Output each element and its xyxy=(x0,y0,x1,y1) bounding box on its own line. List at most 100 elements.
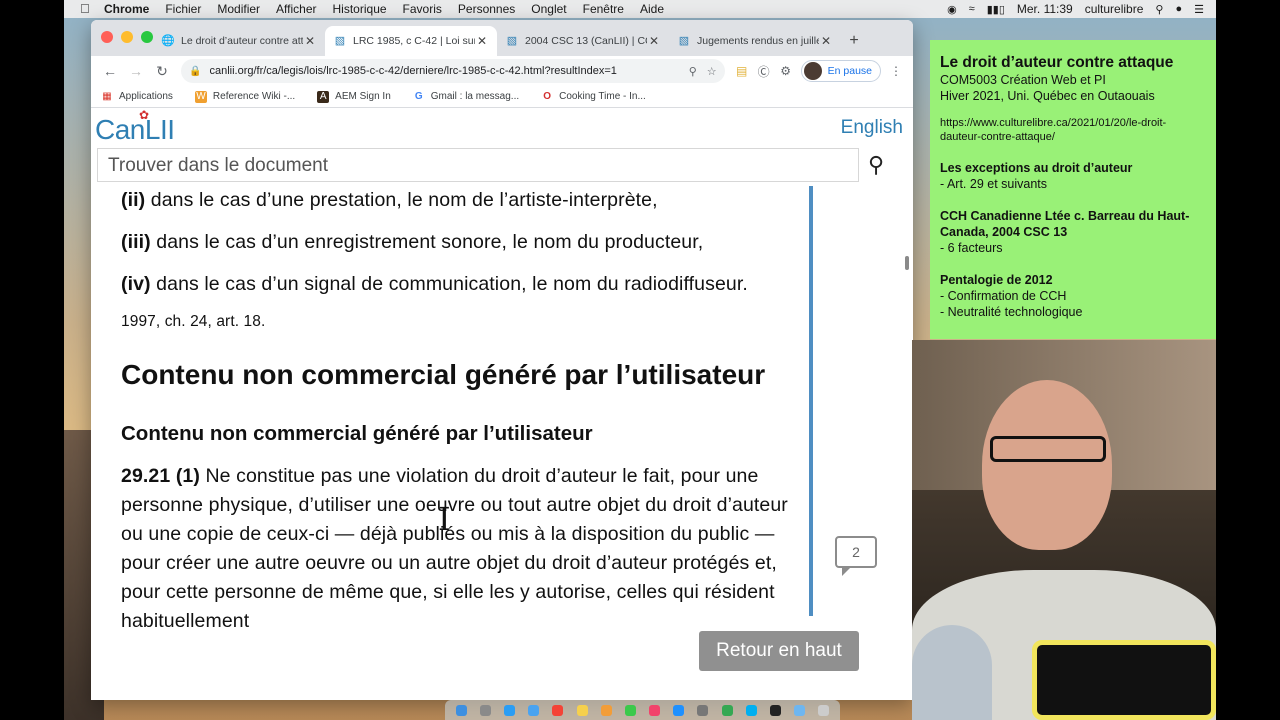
apple-menu-icon[interactable]:  xyxy=(80,2,94,16)
back-arrow-icon[interactable]: ← xyxy=(97,58,123,84)
bookmark-reference-wiki[interactable]: W Reference Wiki -... xyxy=(194,90,295,103)
menu-onglet[interactable]: Onglet xyxy=(531,2,566,16)
bookmark-star-icon[interactable]: ☆ xyxy=(707,65,717,78)
comment-count-badge[interactable]: 2 xyxy=(835,536,877,576)
statute-text: (ii) dans le cas d’une prestation, le no… xyxy=(121,186,801,636)
close-window-button[interactable] xyxy=(101,31,113,43)
tab-1[interactable]: 🌐 Le droit d’auteur contre att ✕ xyxy=(153,26,325,56)
kebab-menu-icon[interactable]: ⋮ xyxy=(885,60,907,82)
tab-3[interactable]: ▧ 2004 CSC 13 (CanLII) | CC ✕ xyxy=(497,26,669,56)
forward-arrow-icon[interactable]: → xyxy=(123,58,149,84)
close-tab-icon[interactable]: ✕ xyxy=(303,34,317,48)
notification-center-icon[interactable]: ☰ xyxy=(1194,3,1204,16)
bookmark-label: Cooking Time - In... xyxy=(559,91,646,102)
note-item: - Confirmation de CCH xyxy=(940,289,1067,303)
siri-icon[interactable]: ● xyxy=(1175,3,1182,15)
bookmark-applications[interactable]: ▦ Applications xyxy=(101,91,173,103)
skype-icon[interactable] xyxy=(745,704,757,716)
menu-historique[interactable]: Historique xyxy=(333,2,387,16)
user-name[interactable]: culturelibre xyxy=(1085,2,1144,16)
reload-icon[interactable]: ↻ xyxy=(149,58,175,84)
menu-personnes[interactable]: Personnes xyxy=(458,2,515,16)
photos-icon[interactable] xyxy=(600,704,612,716)
menu-modifier[interactable]: Modifier xyxy=(217,2,260,16)
webcam-presenter-glasses xyxy=(990,436,1106,462)
menu-fichier[interactable]: Fichier xyxy=(165,2,201,16)
back-to-top-button[interactable]: Retour en haut xyxy=(699,631,859,671)
trash-icon[interactable] xyxy=(818,704,830,716)
folder-icon[interactable] xyxy=(794,704,806,716)
letterbox-left xyxy=(0,0,64,720)
microphone-icon xyxy=(912,625,992,720)
aem-icon: A xyxy=(317,90,330,103)
calendar-icon[interactable] xyxy=(552,704,564,716)
note-item: - Neutralité technologique xyxy=(940,305,1083,319)
lecture-note: Le droit d’auteur contre attaque COM5003… xyxy=(930,40,1216,339)
canlii-icon: ▧ xyxy=(334,35,346,47)
opera-icon: O xyxy=(543,90,552,102)
messages-icon[interactable] xyxy=(624,704,636,716)
finder-icon[interactable] xyxy=(455,704,467,716)
section-indicator-line xyxy=(809,186,813,616)
paragraph-text: dans le cas d’un enregistrement sonore, … xyxy=(150,231,704,253)
bookmark-aem[interactable]: A AEM Sign In xyxy=(317,90,391,103)
menu-favoris[interactable]: Favoris xyxy=(403,2,442,16)
menu-afficher[interactable]: Afficher xyxy=(276,2,316,16)
menubar-status-area: ◉ ≈ ▮▮▯ Mer. 11:39 culturelibre ⚲ ● ☰ xyxy=(947,2,1216,16)
minimize-window-button[interactable] xyxy=(121,31,133,43)
clock[interactable]: Mer. 11:39 xyxy=(1017,2,1073,16)
english-link[interactable]: English xyxy=(841,117,903,139)
paragraph-number: (iv) xyxy=(121,273,151,295)
settings-icon[interactable] xyxy=(697,704,709,716)
app-store-icon[interactable] xyxy=(673,704,685,716)
address-bar[interactable]: 🔒 canlii.org/fr/ca/legis/lois/lrc-1985-c… xyxy=(181,59,725,83)
screen-record-icon[interactable]: ◉ xyxy=(947,3,957,16)
spotlight-search-icon[interactable]: ⚲ xyxy=(1155,3,1163,16)
window-controls xyxy=(101,31,153,43)
paragraph-text: dans le cas d’une prestation, le nom de … xyxy=(145,189,658,211)
menu-aide[interactable]: Aide xyxy=(640,2,664,16)
lock-icon[interactable]: 🔒 xyxy=(189,66,201,77)
music-icon[interactable] xyxy=(649,704,661,716)
menu-fenetre[interactable]: Fenêtre xyxy=(583,2,624,16)
bookmark-label: AEM Sign In xyxy=(335,91,391,102)
mail-icon[interactable] xyxy=(528,704,540,716)
tab-4[interactable]: ▧ Jugements rendus en juille ✕ xyxy=(669,26,841,56)
terminal-icon[interactable] xyxy=(770,704,782,716)
zoom-icon[interactable]: ⚲ xyxy=(689,65,697,78)
wiki-icon: W xyxy=(194,90,207,103)
extensions-puzzle-icon[interactable]: ⚙ xyxy=(775,60,797,82)
paragraph-iv: (iv) dans le cas d’un signal de communic… xyxy=(121,270,801,299)
close-tab-icon[interactable]: ✕ xyxy=(647,34,661,48)
new-tab-button[interactable]: + xyxy=(841,26,867,56)
find-in-document-input[interactable]: Trouver dans le document xyxy=(97,148,859,182)
url-text[interactable]: canlii.org/fr/ca/legis/lois/lrc-1985-c-c… xyxy=(209,65,678,77)
canlii-icon: ▧ xyxy=(678,35,690,47)
paragraph-iii: (iii) dans le cas d’un enregistrement so… xyxy=(121,228,801,257)
battery-icon[interactable]: ▮▮▯ xyxy=(987,3,1005,16)
canlii-logo[interactable]: CanLII ✿ xyxy=(95,108,175,146)
close-tab-icon[interactable]: ✕ xyxy=(819,34,833,48)
chrome-icon[interactable] xyxy=(721,704,733,716)
skype-extension-icon[interactable]: Ⓒ xyxy=(753,60,775,82)
launchpad-icon[interactable] xyxy=(479,704,491,716)
note-section-pentalogie: Pentalogie de 2012 - Confirmation de CCH… xyxy=(940,272,1206,320)
profile-button[interactable]: En pause xyxy=(800,60,881,82)
safari-icon[interactable] xyxy=(503,704,515,716)
bookmark-label: Gmail : la messag... xyxy=(430,91,520,102)
zoom-window-button[interactable] xyxy=(141,31,153,43)
folder-extension-icon[interactable]: ▤ xyxy=(731,60,753,82)
close-tab-icon[interactable]: ✕ xyxy=(475,34,489,48)
bookmark-cooking-time[interactable]: O Cooking Time - In... xyxy=(541,91,646,103)
search-icon[interactable]: ⚲ xyxy=(863,152,889,178)
section-heading: Contenu non commercial généré par l’util… xyxy=(121,359,766,390)
profile-status: En pause xyxy=(827,65,872,77)
scrollbar-thumb[interactable] xyxy=(905,256,909,270)
menu-app-name[interactable]: Chrome xyxy=(104,2,149,16)
article-number[interactable]: 29.21 (1) xyxy=(121,465,200,487)
notes-icon[interactable] xyxy=(576,704,588,716)
bookmark-gmail[interactable]: G Gmail : la messag... xyxy=(413,91,519,103)
tab-2-active[interactable]: ▧ LRC 1985, c C-42 | Loi sur ✕ xyxy=(325,26,497,56)
wifi-icon[interactable]: ≈ xyxy=(969,3,975,15)
section-subheading: Contenu non commercial généré par l’util… xyxy=(121,422,593,445)
